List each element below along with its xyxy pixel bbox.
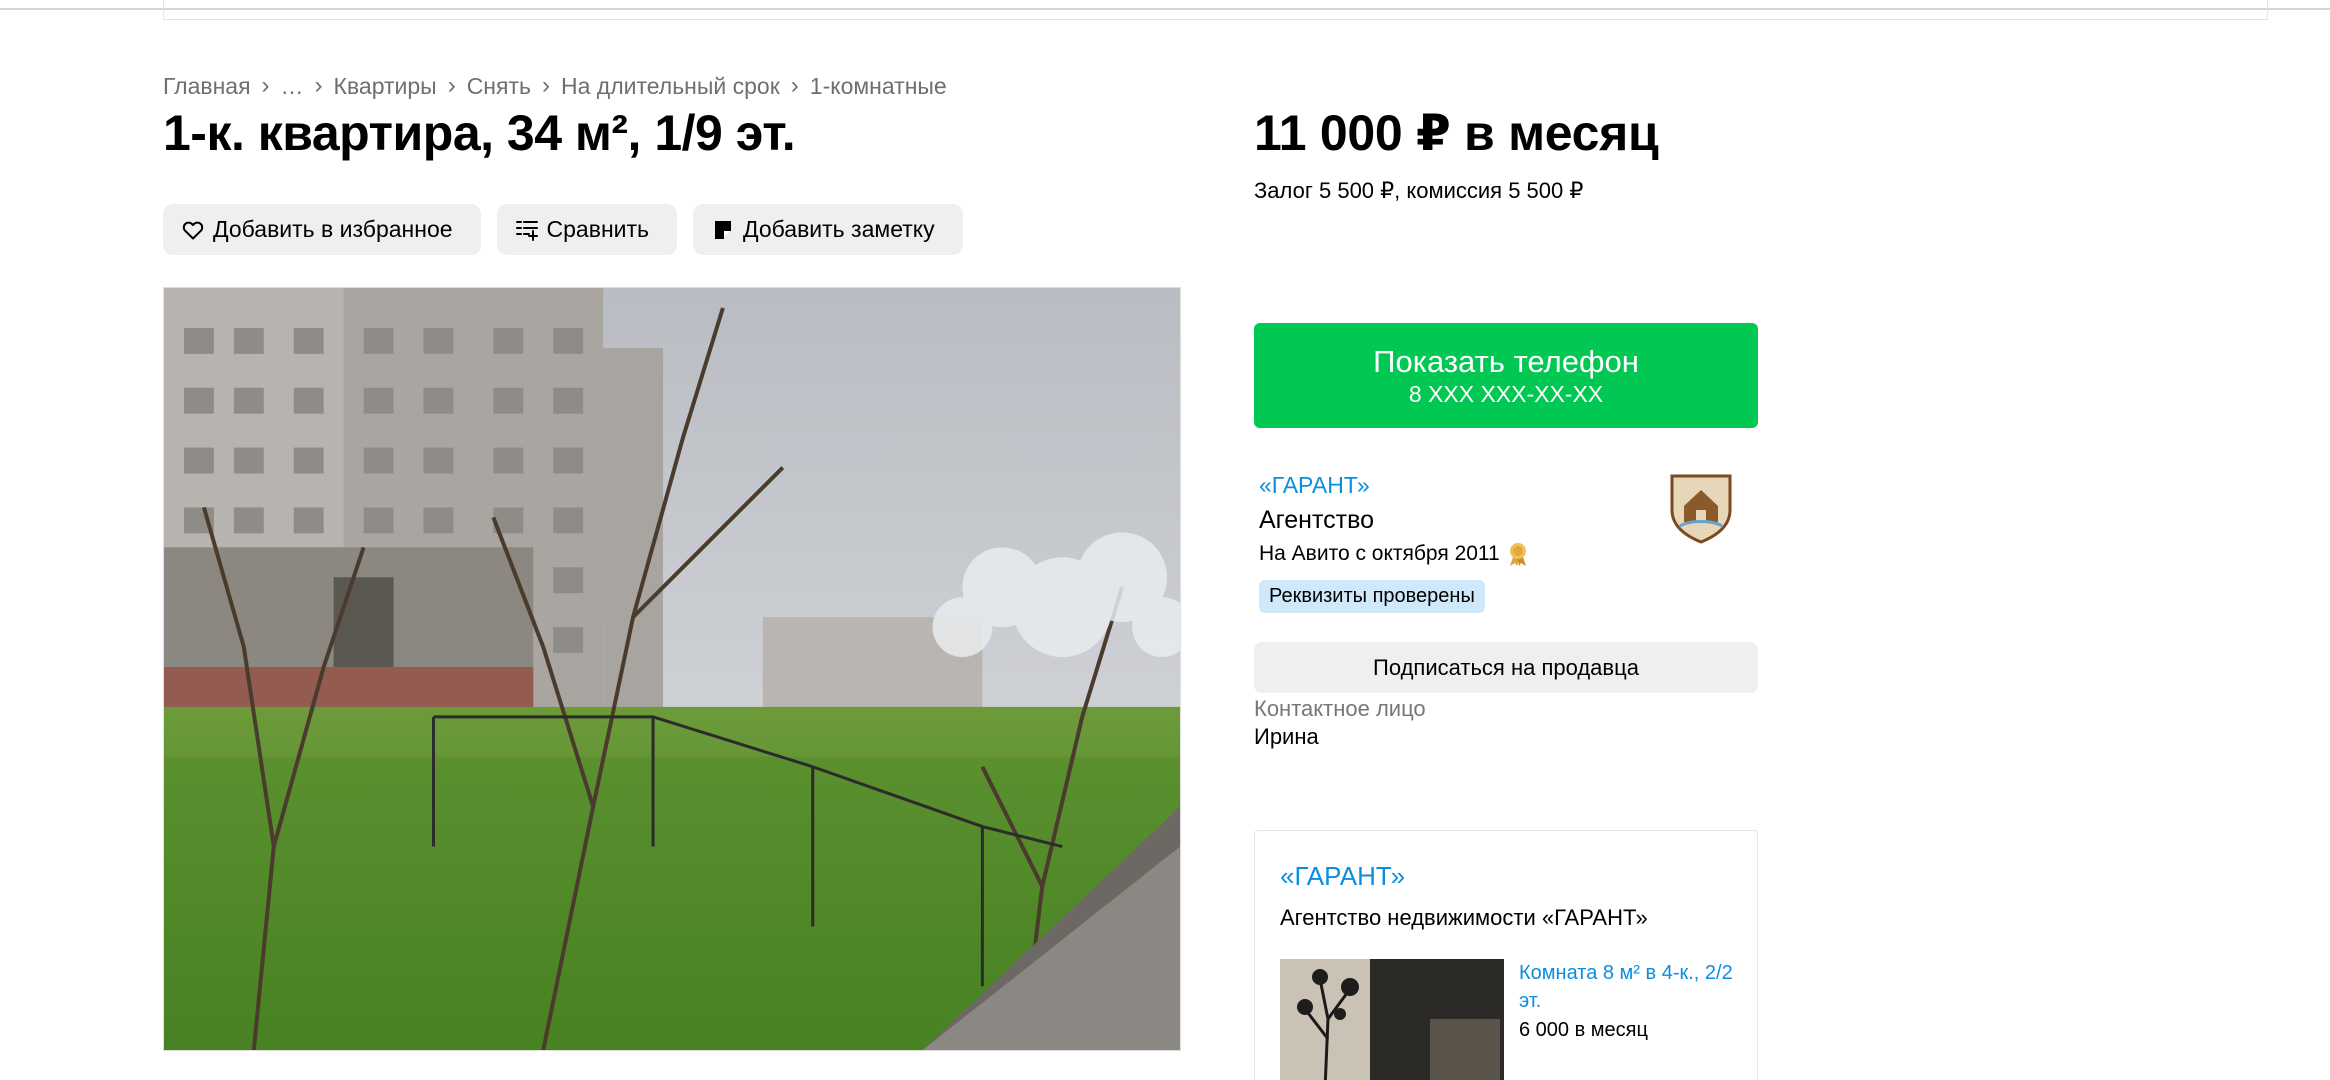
seller-type: Агентство — [1259, 506, 1374, 534]
seller-since-text: На Авито с октября 2011 — [1259, 542, 1500, 565]
compare-button[interactable]: Сравнить — [496, 204, 678, 255]
seller-logo[interactable] — [1664, 470, 1738, 544]
deposit-and-commission: Залог 5 500 ₽, комиссия 5 500 ₽ — [1254, 178, 1584, 203]
agency-shield-icon — [1670, 474, 1732, 544]
room-photo — [1280, 959, 1504, 1080]
agency-item-thumbnail[interactable] — [1280, 959, 1504, 1080]
agency-item-price: 6 000 в месяц — [1519, 1019, 1648, 1041]
contact-person-label: Контактное лицо — [1254, 696, 1426, 721]
note-icon — [715, 220, 732, 239]
contact-person-name: Ирина — [1254, 724, 1319, 749]
agency-card: «ГАРАНТ» Агентство недвижимости «ГАРАНТ»… — [1254, 830, 1758, 1080]
breadcrumb-ellipsis[interactable]: … — [281, 73, 304, 100]
agency-card-name-link[interactable]: «ГАРАНТ» — [1280, 861, 1405, 892]
listing-title: 1-к. квартира, 34 м², 1/9 эт. — [163, 105, 796, 161]
compare-label: Сравнить — [546, 216, 650, 242]
masked-phone-number: 8 XXX XXX-XX-XX — [1408, 380, 1604, 407]
breadcrumb-rent[interactable]: Снять — [467, 73, 531, 100]
breadcrumb: Главная › … › Квартиры › Снять › На длит… — [163, 72, 947, 100]
header-frame — [163, 0, 2268, 20]
add-note-button[interactable]: Добавить заметку — [693, 204, 963, 255]
medal-icon — [1509, 543, 1526, 566]
add-note-label: Добавить заметку — [743, 216, 935, 242]
compare-icon — [515, 220, 538, 241]
heart-icon — [182, 221, 204, 239]
verified-badge: Реквизиты проверены — [1259, 580, 1485, 613]
subscribe-to-seller-button[interactable]: Подписаться на продавца — [1254, 642, 1758, 693]
agency-item-title-link[interactable]: Комната 8 м² в 4-к., 2/2 эт. — [1519, 959, 1739, 1015]
seller-since: На Авито с октября 2011 — [1259, 541, 1530, 567]
breadcrumb-separator: › — [447, 72, 456, 99]
add-to-favorites-button[interactable]: Добавить в избранное — [163, 204, 481, 255]
breadcrumb-one-room[interactable]: 1-комнатные — [810, 73, 947, 100]
show-phone-label: Показать телефон — [1373, 343, 1639, 379]
listing-actions: Добавить в избранное Сравнить Добавить з… — [163, 204, 963, 255]
breadcrumb-separator: › — [261, 72, 270, 99]
seller-name-link[interactable]: «ГАРАНТ» — [1259, 472, 1370, 499]
breadcrumb-long-term[interactable]: На длительный срок — [561, 73, 780, 100]
yard-photo — [164, 288, 1180, 1050]
breadcrumb-home[interactable]: Главная — [163, 73, 251, 100]
breadcrumb-apartments[interactable]: Квартиры — [334, 73, 437, 100]
breadcrumb-separator: › — [790, 72, 799, 99]
listing-price: 11 000 ₽ в месяц — [1254, 105, 1659, 161]
listing-photo[interactable] — [163, 287, 1181, 1051]
breadcrumb-separator: › — [314, 72, 323, 99]
agency-card-description: Агентство недвижимости «ГАРАНТ» — [1280, 905, 1648, 930]
add-to-favorites-label: Добавить в избранное — [213, 216, 453, 242]
breadcrumb-separator: › — [541, 72, 550, 99]
show-phone-button[interactable]: Показать телефон 8 XXX XXX-XX-XX — [1254, 323, 1758, 428]
